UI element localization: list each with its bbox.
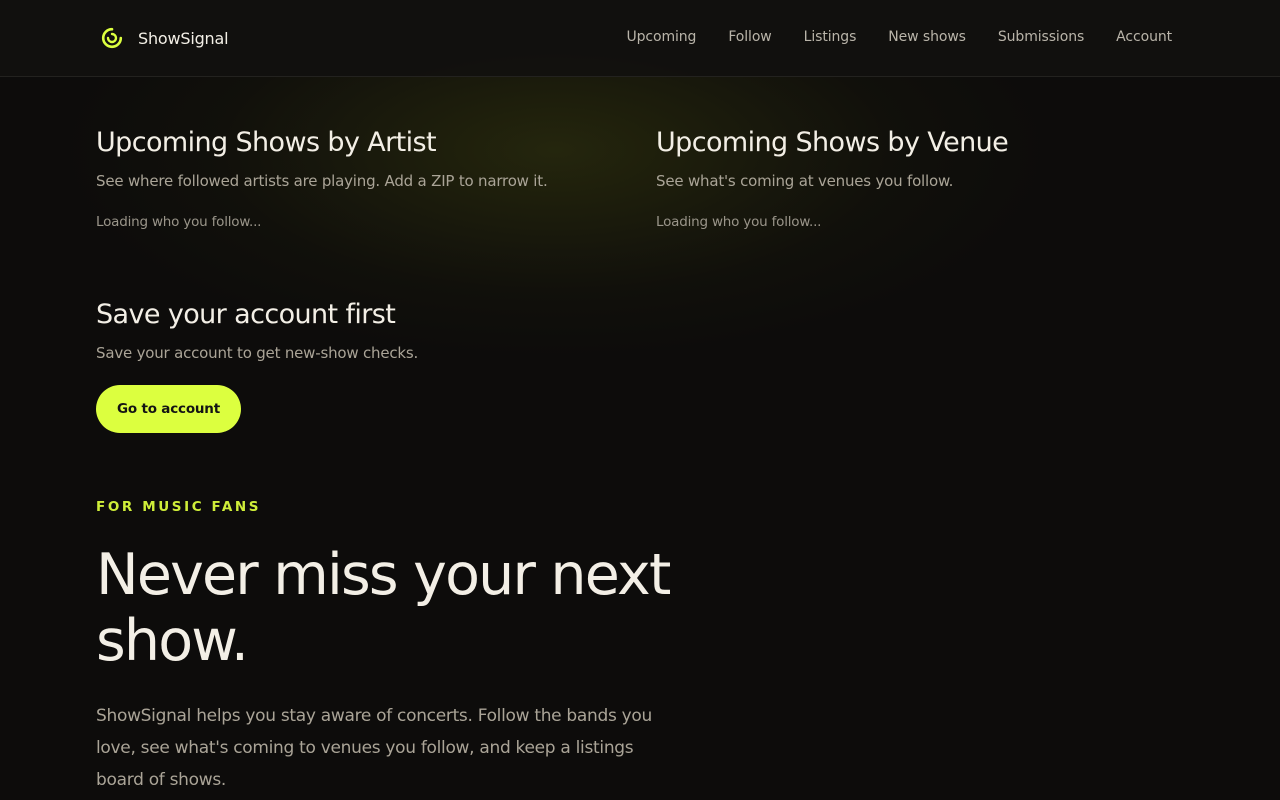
nav-link-submissions[interactable]: Submissions bbox=[998, 29, 1084, 45]
hero-title: Never miss your next show. bbox=[96, 542, 671, 674]
spiral-logo-icon bbox=[101, 27, 123, 49]
save-account-description: Save your account to get new-show checks… bbox=[96, 344, 419, 362]
save-account-title: Save your account first bbox=[96, 299, 396, 330]
hero-description: ShowSignal helps you stay aware of conce… bbox=[96, 706, 653, 790]
nav-link-account[interactable]: Account bbox=[1116, 29, 1172, 45]
top-navigation-bar: ShowSignal Upcoming Follow Listings New … bbox=[0, 0, 1280, 77]
nav-link-new-shows[interactable]: New shows bbox=[888, 29, 966, 45]
hero-eyebrow: FOR MUSIC FANS bbox=[96, 499, 262, 515]
artist-shows-title: Upcoming Shows by Artist bbox=[96, 127, 437, 158]
nav-link-listings[interactable]: Listings bbox=[804, 29, 857, 45]
venue-shows-loading: Loading who you follow... bbox=[656, 214, 822, 230]
artist-shows-loading: Loading who you follow... bbox=[96, 214, 262, 230]
brand-name: ShowSignal bbox=[138, 28, 229, 48]
artist-shows-description: See where followed artists are playing. … bbox=[96, 172, 548, 190]
nav-link-upcoming[interactable]: Upcoming bbox=[626, 29, 696, 45]
brand-home-link[interactable]: ShowSignal bbox=[100, 24, 229, 52]
main-nav: Upcoming Follow Listings New shows Submi… bbox=[626, 29, 1172, 45]
go-to-account-button[interactable]: Go to account bbox=[96, 385, 241, 433]
nav-link-follow[interactable]: Follow bbox=[728, 29, 771, 45]
venue-shows-title: Upcoming Shows by Venue bbox=[656, 127, 1009, 158]
venue-shows-description: See what's coming at venues you follow. bbox=[656, 172, 954, 190]
